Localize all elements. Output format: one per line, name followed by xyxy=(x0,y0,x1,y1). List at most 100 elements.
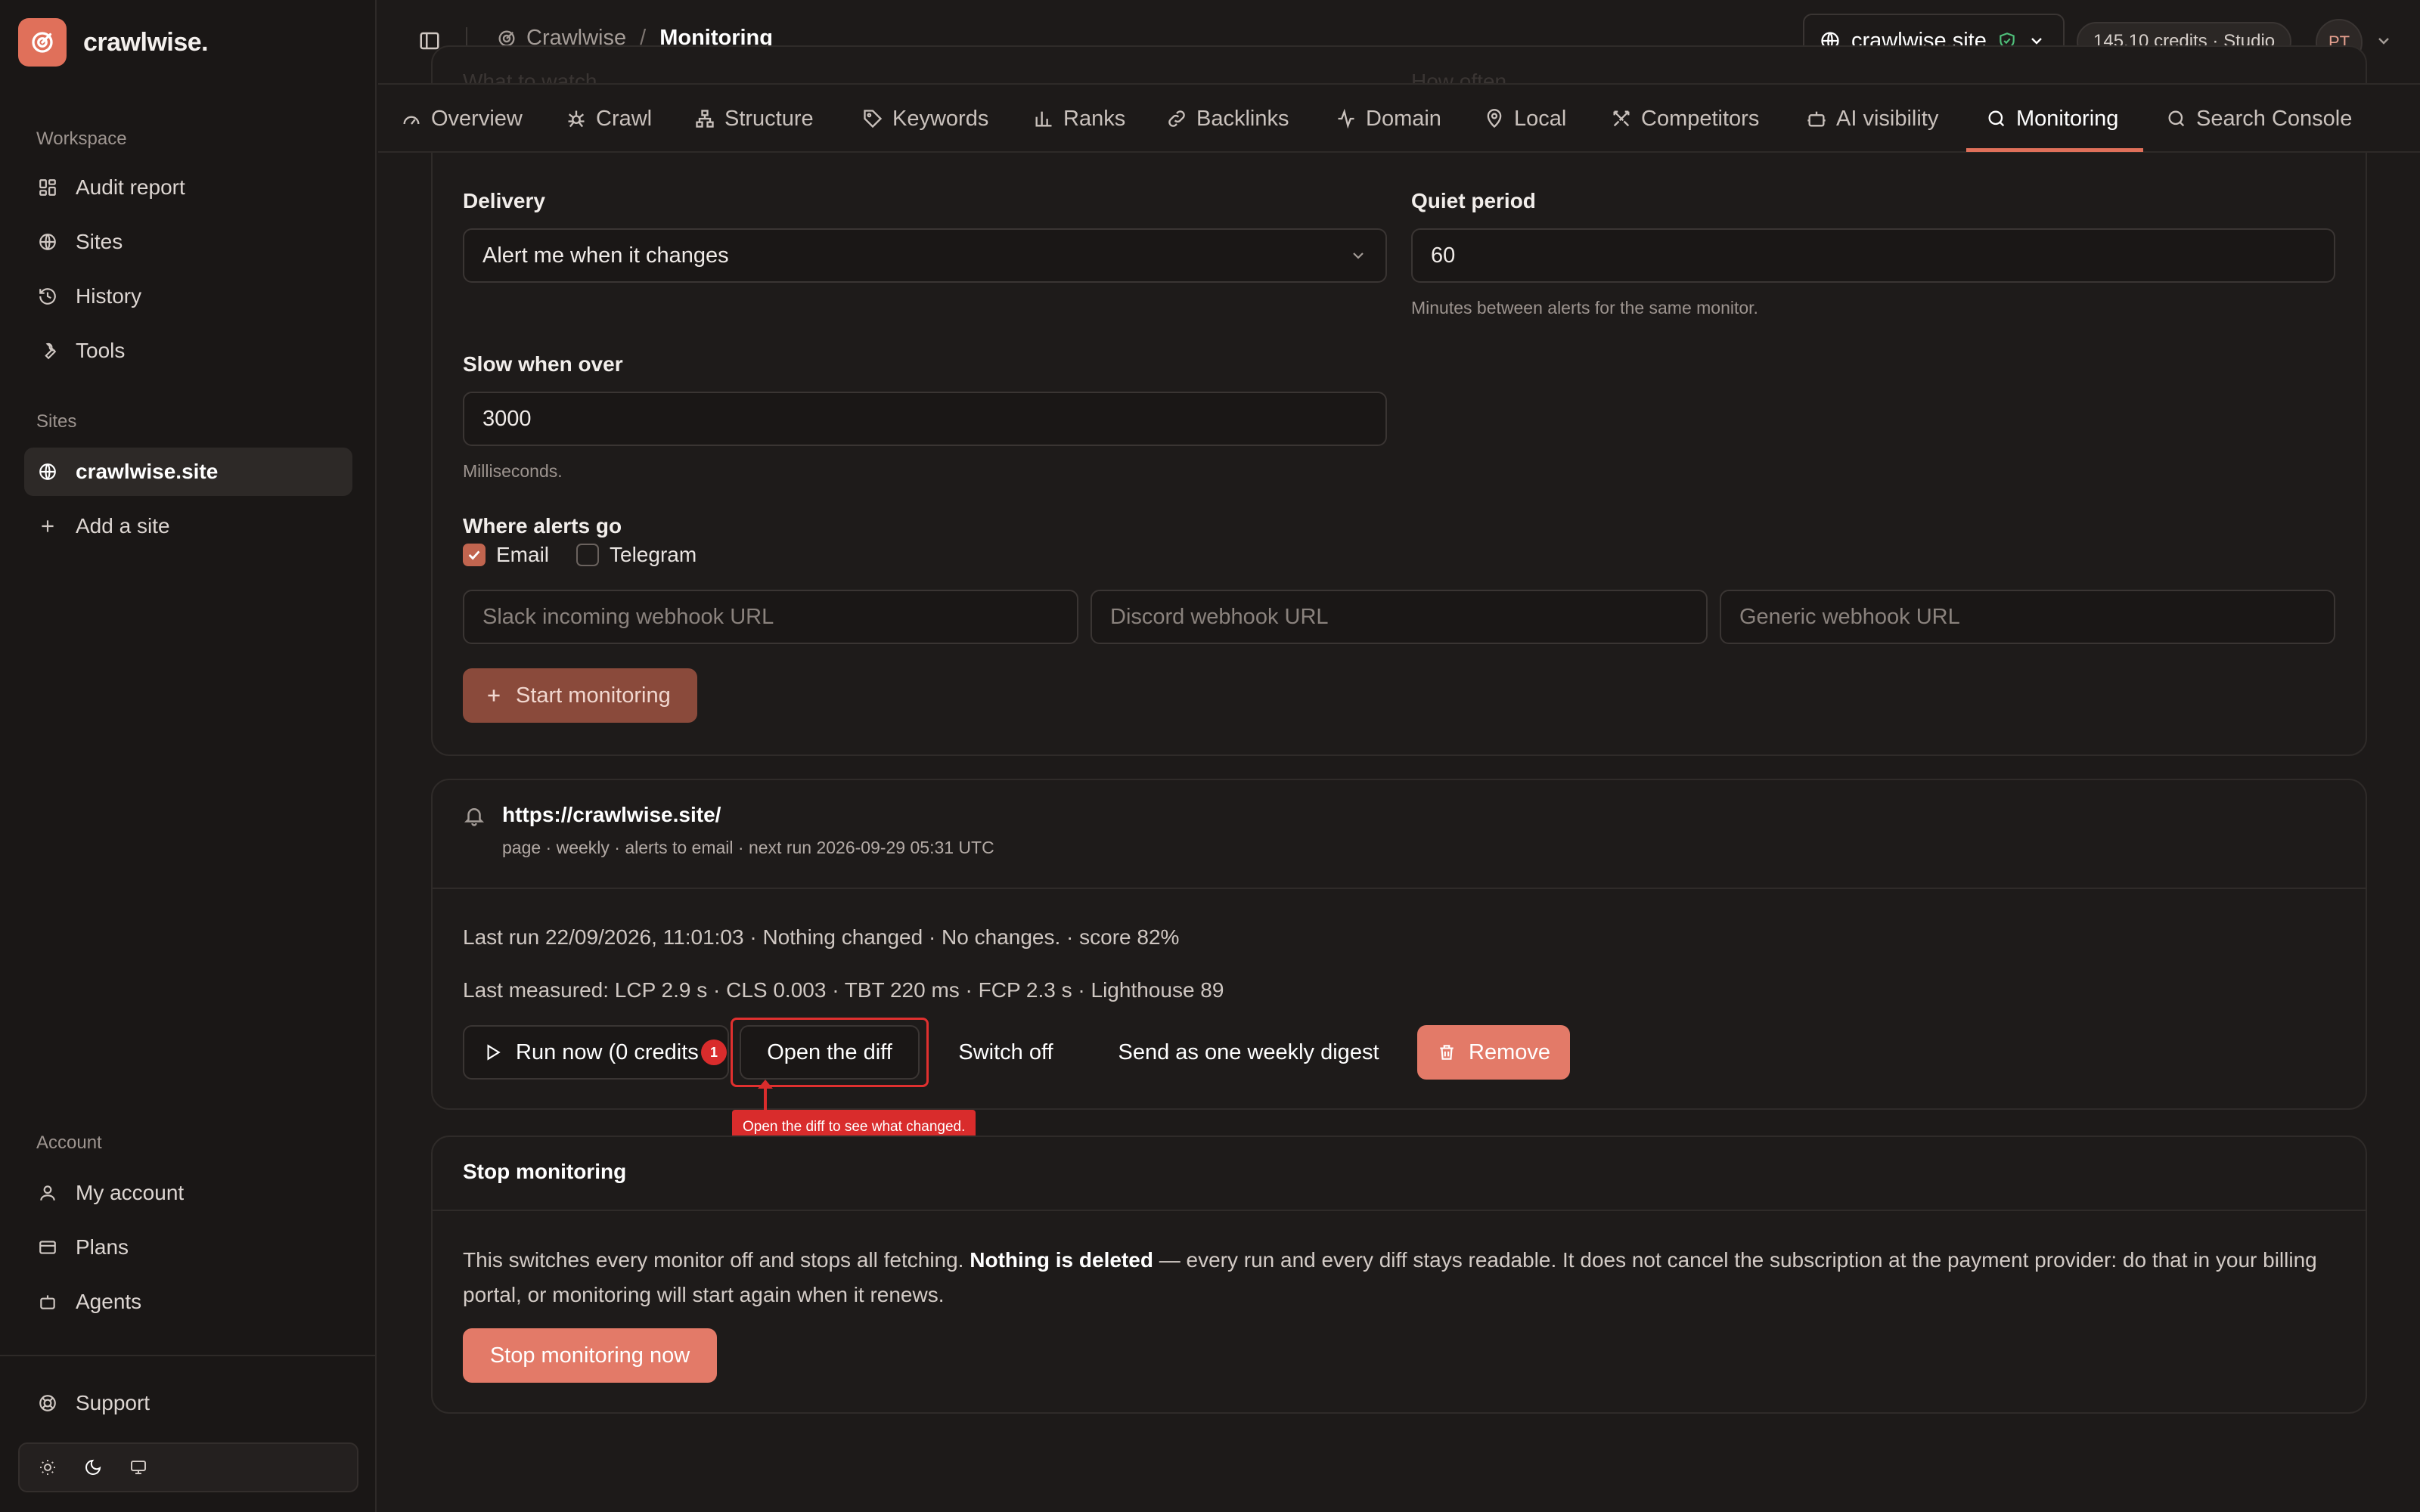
telegram-option[interactable]: Telegram xyxy=(576,543,697,567)
sidebar-item-sites[interactable]: Sites xyxy=(24,218,352,266)
stop-monitoring-divider xyxy=(433,1210,2366,1211)
switch-off-button[interactable]: Switch off xyxy=(938,1025,1074,1080)
delivery-label: Delivery xyxy=(463,189,545,212)
tab-search-console[interactable]: Search Console xyxy=(2166,85,2352,153)
sidebar-item-label: My account xyxy=(76,1181,185,1204)
sidebar-item-plans[interactable]: Plans xyxy=(24,1223,352,1272)
history-icon xyxy=(36,285,59,308)
sidebar-item-label: Sites xyxy=(76,230,123,253)
robot-icon xyxy=(1806,108,1827,129)
crawlwise-logo-icon xyxy=(18,18,67,67)
sidebar-item-label: Agents xyxy=(76,1290,142,1313)
brand[interactable]: crawlwise. xyxy=(18,18,209,67)
tab-label: Keywords xyxy=(892,106,989,131)
user-icon xyxy=(36,1182,59,1204)
slack-webhook-input[interactable]: Slack incoming webhook URL xyxy=(463,590,1078,644)
stop-monitoring-description: This switches every monitor off and stop… xyxy=(463,1243,2338,1312)
sidebar-item-label: Audit report xyxy=(76,175,185,199)
quiet-period-help: Minutes between alerts for the same moni… xyxy=(1411,298,1758,318)
system-theme-button[interactable] xyxy=(121,1450,156,1485)
where-alerts-go-label: Where alerts go xyxy=(463,514,622,538)
weekly-digest-button[interactable]: Send as one weekly digest xyxy=(1101,1025,1396,1080)
slow-threshold-input[interactable]: 3000 xyxy=(463,392,1387,446)
sidebar-item-history[interactable]: History xyxy=(24,272,352,321)
start-monitoring-button[interactable]: Start monitoring xyxy=(463,668,697,723)
stop-monitoring-now-button[interactable]: Stop monitoring now xyxy=(463,1328,717,1383)
tab-monitoring[interactable]: Monitoring xyxy=(1986,85,2118,153)
last-run-status: Last run 22/09/2026, 11:01:03 · Nothing … xyxy=(463,925,1180,949)
sidebar-item-my-account[interactable]: My account xyxy=(24,1169,352,1217)
open-diff-button[interactable]: Open the diff xyxy=(740,1025,920,1080)
tab-crawl[interactable]: Crawl xyxy=(566,85,652,153)
start-monitoring-label: Start monitoring xyxy=(516,683,671,708)
bar-chart-icon xyxy=(1033,108,1054,129)
check-icon xyxy=(466,547,482,563)
tab-label: Ranks xyxy=(1063,106,1126,131)
tab-label: Overview xyxy=(431,106,523,131)
light-theme-button[interactable] xyxy=(30,1450,65,1485)
sidebar-item-support[interactable]: Support xyxy=(24,1379,352,1427)
email-checkbox[interactable] xyxy=(463,544,486,566)
sidebar-item-audit-report[interactable]: Audit report xyxy=(24,163,352,212)
lifebuoy-icon xyxy=(36,1392,59,1414)
sidebar-item-label: Plans xyxy=(76,1235,129,1259)
account-section-label: Account xyxy=(36,1132,102,1153)
tab-overview[interactable]: Overview xyxy=(401,85,523,153)
tab-keywords[interactable]: Keywords xyxy=(862,85,988,153)
telegram-checkbox[interactable] xyxy=(576,544,599,566)
globe-icon xyxy=(36,231,59,253)
stop-text-before: This switches every monitor off and stop… xyxy=(463,1248,970,1272)
sidebar-item-add-site[interactable]: Add a site xyxy=(24,502,352,550)
tab-ranks[interactable]: Ranks xyxy=(1033,85,1125,153)
search-icon xyxy=(1986,108,2007,129)
run-now-button[interactable]: Run now (0 credits xyxy=(463,1025,729,1080)
dark-theme-button[interactable] xyxy=(76,1450,110,1485)
grid-icon xyxy=(36,176,59,199)
section-tabs: Overview Crawl Structure Keywords Ranks … xyxy=(378,83,2420,153)
moon-icon xyxy=(84,1458,102,1476)
link-icon xyxy=(1166,108,1187,129)
tab-domain[interactable]: Domain xyxy=(1336,85,1441,153)
tab-local[interactable]: Local xyxy=(1484,85,1566,153)
remove-button[interactable]: Remove xyxy=(1417,1025,1570,1080)
card-icon xyxy=(36,1236,59,1259)
tab-competitors[interactable]: Competitors xyxy=(1611,85,1759,153)
sidebar-item-agents[interactable]: Agents xyxy=(24,1278,352,1326)
trash-icon xyxy=(1437,1043,1457,1062)
tag-icon xyxy=(862,108,883,129)
spider-icon xyxy=(566,108,587,129)
email-option[interactable]: Email xyxy=(463,543,549,567)
sidebar-item-label: History xyxy=(76,284,142,308)
remove-label: Remove xyxy=(1469,1040,1550,1064)
tab-label: Local xyxy=(1514,106,1567,131)
tab-backlinks[interactable]: Backlinks xyxy=(1166,85,1289,153)
gauge-icon xyxy=(401,108,422,129)
delivery-select-value: Alert me when it changes xyxy=(482,243,729,268)
delivery-select[interactable]: Alert me when it changes xyxy=(463,228,1387,283)
search-icon xyxy=(2166,108,2187,129)
discord-webhook-input[interactable]: Discord webhook URL xyxy=(1091,590,1708,644)
chevron-down-icon[interactable] xyxy=(2375,32,2393,50)
plus-icon xyxy=(484,686,504,705)
monitor-url[interactable]: https://crawlwise.site/ xyxy=(502,803,721,827)
stop-monitoring-card: Stop monitoring This switches every moni… xyxy=(431,1136,2367,1414)
tab-structure[interactable]: Structure xyxy=(694,85,814,153)
sidebar-item-tools[interactable]: Tools xyxy=(24,327,352,375)
sidebar-item-label: Tools xyxy=(76,339,126,362)
monitor-header: https://crawlwise.site/ page · weekly · … xyxy=(433,780,2366,889)
tab-label: AI visibility xyxy=(1836,106,1939,131)
tab-label: Competitors xyxy=(1641,106,1760,131)
brand-name: crawlwise. xyxy=(83,27,209,57)
sitemap-icon xyxy=(694,108,715,129)
sidebar-item-crawlwise-site[interactable]: crawlwise.site xyxy=(24,448,352,496)
workspace-section-label: Workspace xyxy=(36,129,127,149)
sun-icon xyxy=(39,1458,57,1476)
swords-icon xyxy=(1611,108,1632,129)
quiet-period-label: Quiet period xyxy=(1411,189,1536,212)
slow-when-over-label: Slow when over xyxy=(463,352,623,376)
quiet-period-input[interactable]: 60 xyxy=(1411,228,2335,283)
generic-webhook-input[interactable]: Generic webhook URL xyxy=(1720,590,2335,644)
tab-label: Structure xyxy=(724,106,814,131)
bot-icon xyxy=(36,1290,59,1313)
tab-ai-visibility[interactable]: AI visibility xyxy=(1806,85,1938,153)
